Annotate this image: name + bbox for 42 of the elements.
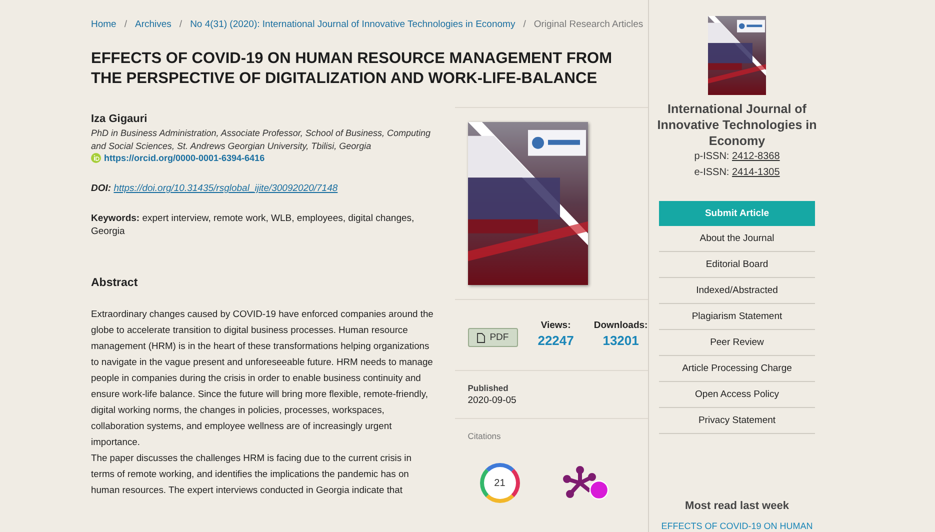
- published-date: 2020-09-05: [468, 395, 518, 406]
- keywords-text: Keywords: expert interview, remote work, WLB, employees, digital changes, Georgia: [91, 212, 416, 238]
- breadcrumb-separator: /: [179, 19, 182, 30]
- journal-title: International Journal of Innovative Technologies in Economy: [656, 101, 818, 149]
- article-title: EFFECTS OF COVID-19 ON HUMAN RESOURCE MANAGEMENT FROM THE PERSPECTIVE OF DIGITALIZATION AND WORK-LIFE-BALANCE: [91, 49, 613, 89]
- author-affiliation: PhD in Business Administration, Associate Professor, School of Business, Computing and Social Sciences, St. Andrews Georgian University, Tbilisi, Georgia: [91, 127, 432, 153]
- breadcrumb-link[interactable]: No 4(31) (2020): International Journal of Innovative Technologies in Economy: [190, 19, 516, 30]
- stat-label: Views:: [540, 320, 571, 331]
- stat-label: Downloads:: [594, 320, 648, 331]
- issn-link[interactable]: 2414-1305: [732, 167, 780, 178]
- stat-value: 22247: [538, 333, 574, 348]
- sidebar-menu-item[interactable]: Indexed/Abstracted: [659, 278, 815, 304]
- abstract-heading: Abstract: [91, 277, 139, 289]
- citation-count-badge[interactable]: 21: [480, 463, 520, 503]
- doi-label: DOI:: [91, 183, 112, 194]
- issn-label: e-ISSN:: [694, 167, 730, 178]
- breadcrumb-separator: /: [124, 19, 127, 30]
- document-icon: [476, 332, 485, 342]
- most-read-heading: Most read last week: [685, 500, 789, 512]
- abstract-paragraph: The paper discusses the challenges HRM is facing due to the current crisis in terms of remote working, and identifies the implications the pandemic has on human resources. The expert interviews conducted in Georgia indicate that: [91, 451, 412, 497]
- sidebar-menu-item[interactable]: Peer Review: [659, 330, 815, 356]
- pdf-button[interactable]: PDF: [468, 328, 518, 347]
- sidebar-menu-item[interactable]: Plagiarism Statement: [659, 304, 815, 330]
- breadcrumb-link[interactable]: Archives: [134, 19, 172, 30]
- sidebar-menu-item[interactable]: Article Processing Charge: [659, 356, 815, 382]
- issn-link[interactable]: 2412-8368: [732, 151, 780, 162]
- issn-label: p-ISSN:: [694, 151, 730, 162]
- orcid-icon: [91, 153, 101, 163]
- doi-link[interactable]: https://doi.org/10.31435/rsglobal_ijite/30092020/7148: [114, 183, 338, 194]
- breadcrumb-current: Original Research Articles: [534, 19, 644, 30]
- abstract-paragraph: Extraordinary changes caused by COVID-19 have enforced companies around the globe to accelerate transition to digital business processes. Human resource management (HRM) is in the heart of these transformations helping organizations to navigate in the vague present and unforeseeable future. HRM needs to manage people in companies during the crisis in order to enable business continuity and ensure work-life balance. Since the future will bring more flexible, remote-friendly, digital working norms, the changes in policies, processes, workspaces, collaboration systems, and employee wellness are of increasingly urgent importance.: [91, 307, 434, 449]
- published-label: Published: [468, 383, 510, 393]
- sidebar-menu-item[interactable]: Privacy Statement: [659, 408, 815, 434]
- breadcrumb-separator: /: [523, 19, 526, 30]
- sidebar-menu-item[interactable]: About the Journal: [659, 226, 815, 252]
- author-name: Iza Gigauri: [91, 113, 148, 125]
- citations-label: Citations: [468, 431, 502, 441]
- sidebar-menu-item[interactable]: Open Access Policy: [659, 382, 815, 408]
- breadcrumb-link[interactable]: Home: [91, 19, 116, 30]
- sidebar-menu-item[interactable]: Editorial Board: [659, 252, 815, 278]
- orcid-link[interactable]: https://orcid.org/0000-0001-6394-6416: [104, 153, 265, 163]
- stat-value: 13201: [602, 333, 639, 348]
